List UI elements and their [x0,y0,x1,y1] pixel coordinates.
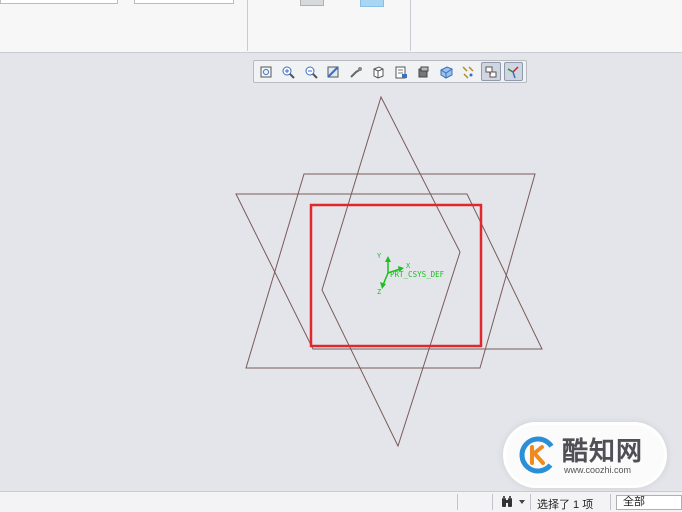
spin-center-button[interactable] [503,62,524,81]
zoom-in-button[interactable] [279,62,299,81]
perspective-button[interactable] [436,62,456,81]
selection-status-text: 选择了 1 项 [537,499,594,511]
display-style-button[interactable] [414,62,434,81]
csys-axis-z-label: Z [377,288,381,296]
view-manager-icon [395,66,407,78]
perspective-icon [440,65,453,79]
zoom-out-button[interactable] [301,62,321,81]
csys-axis-y-label: Y [377,252,382,260]
watermark: 酷知网 www.coozhi.com [506,425,664,485]
status-bar: 选择了 1 项 全部 [0,491,682,512]
chevron-down-icon[interactable] [517,497,527,507]
status-separator [610,494,611,510]
zoom-in-icon [282,66,296,79]
selection-filter-icon[interactable] [500,495,514,509]
display-style-icon [418,66,429,77]
view-toolbar [253,60,527,83]
annotation-display-button[interactable] [481,62,501,81]
saved-views-icon [373,65,384,79]
datum-display-icon [462,65,474,79]
status-separator [457,494,458,510]
datum-plane-right[interactable] [235,193,543,350]
datum-display-button[interactable] [459,62,479,81]
selection-filter-select[interactable]: 全部 [616,495,682,510]
status-separator [492,494,493,510]
reorient-icon [350,66,362,78]
status-separator [530,494,531,510]
csys-axis-x-label: X [406,262,411,270]
refit-button[interactable] [256,62,276,81]
annotation-display-icon [485,66,497,77]
repaint-icon [327,65,340,78]
coozhi-logo-icon [519,436,557,474]
watermark-url: www.coozhi.com [564,465,632,475]
csys-name-label: PRT_CSYS_DEF [390,270,445,279]
watermark-title: 酷知网 [562,437,644,467]
reorient-button[interactable] [346,62,366,81]
zoom-out-icon [305,66,318,79]
spin-center-icon [508,65,519,78]
refit-icon [260,66,272,77]
repaint-button[interactable] [324,62,344,81]
view-manager-button[interactable] [391,62,411,81]
saved-views-button[interactable] [369,62,389,81]
